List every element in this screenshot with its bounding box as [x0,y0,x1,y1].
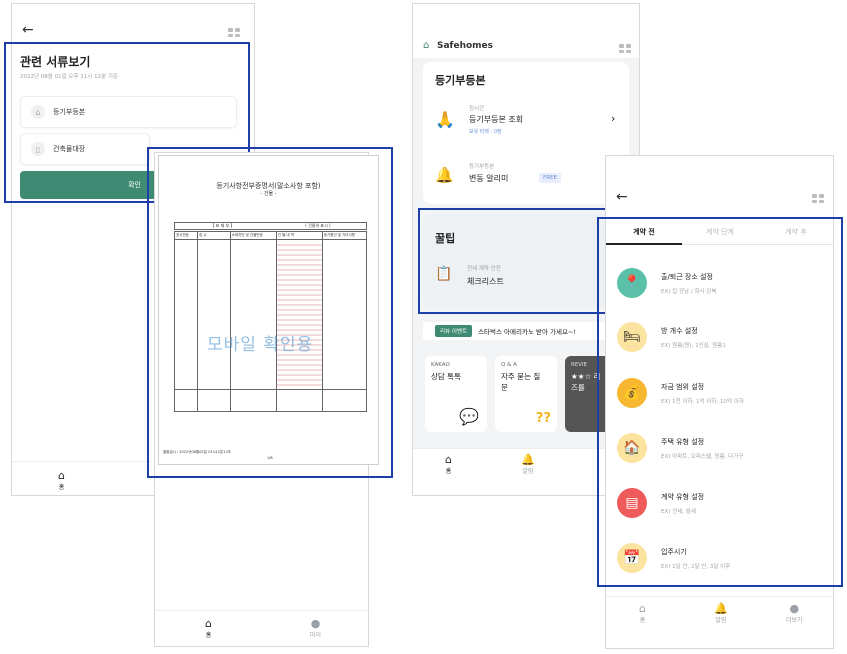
tile-tag: KAKAO [431,362,450,368]
back-arrow-icon[interactable]: ← [22,22,34,38]
nav-alerts[interactable]: 🔔 알림 [714,602,728,625]
nav-alerts[interactable]: 🔔 알림 [521,453,535,476]
nav-home[interactable]: ⌂ 홈 [445,453,452,476]
tile-title: 상담 톡톡 [431,372,461,381]
chat-bubble-icon: 💬 [459,407,479,426]
change-alert-row[interactable]: 🔔 등기부등본 변동 알리미 FREE [435,162,625,192]
lookup-tag: 칭시간 [469,106,485,112]
highlight-box [597,217,843,587]
nav-my-label: 마이 [310,632,322,639]
event-badge: 리뷰 이벤트 [435,325,473,337]
back-arrow-icon[interactable]: ← [616,189,628,205]
tile-title: 자주 묻는 질문 [501,372,541,392]
nav-home-label: 홈 [639,617,646,624]
card-title: 등기부등본 [435,74,486,87]
chevron-right-icon[interactable]: › [611,112,615,125]
highlight-box [147,147,393,478]
bell-icon: 🔔 [521,453,535,466]
house-logo-icon: ⌂ [423,40,430,51]
tile-qna[interactable]: Q & A 자주 묻는 질문 ?? [495,356,557,432]
nav-home-label: 홈 [58,484,65,491]
nav-more-label: 더보기 [786,617,803,624]
person-icon: ● [310,617,321,630]
home-icon: ⌂ [205,617,212,630]
nav-home[interactable]: ⌂ 홈 [205,617,212,640]
menu-grid-icon[interactable] [812,194,824,203]
home-icon: ⌂ [639,602,646,615]
nav-home-label: 홈 [205,632,212,639]
event-text: 스타벅스 아메리카노 받아 가세요~! [478,328,577,336]
registry-card: 등기부등본 🙏 칭시간 등기부등본 조회 보유 티켓 : 0장 › 🔔 등기부등… [423,62,629,204]
nav-my[interactable]: ● 마이 [310,617,322,640]
person-icon: ● [789,602,800,615]
nav-home[interactable]: ⌂ 홈 [58,469,65,492]
home-icon: ⌂ [58,469,65,482]
nav-home[interactable]: ⌂ 홈 [639,602,646,625]
free-badge: FREE [539,173,561,183]
alert-title: 변동 알리미 [469,174,509,183]
nav-alerts-label: 알림 [522,468,534,475]
menu-grid-icon[interactable] [619,44,631,53]
nav-home-label: 홈 [445,468,452,475]
home-icon: ⌂ [445,453,452,466]
question-marks-icon: ?? [535,411,551,426]
alert-tag: 등기부등본 [469,164,495,170]
brand-logo: Safehomes [437,41,494,51]
nav-alerts-label: 알림 [715,617,727,624]
ticket-count: 보유 티켓 : 0장 [469,129,502,135]
registry-lookup-row[interactable]: 🙏 칭시간 등기부등본 조회 보유 티켓 : 0장 › [435,104,625,144]
nav-more[interactable]: ● 더보기 [786,602,803,625]
bell-icon: 🔔 [435,166,454,184]
tile-kakao[interactable]: KAKAO 상담 톡톡 💬 [425,356,487,432]
tile-tag: Q & A [501,362,517,368]
nav-divider [606,596,833,597]
hands-icon: 🙏 [435,110,455,129]
menu-grid-icon[interactable] [228,28,240,37]
bell-icon: 🔔 [714,602,728,615]
lookup-title: 등기부등본 조회 [469,115,524,124]
nav-divider [155,610,370,611]
highlight-box [418,208,624,314]
